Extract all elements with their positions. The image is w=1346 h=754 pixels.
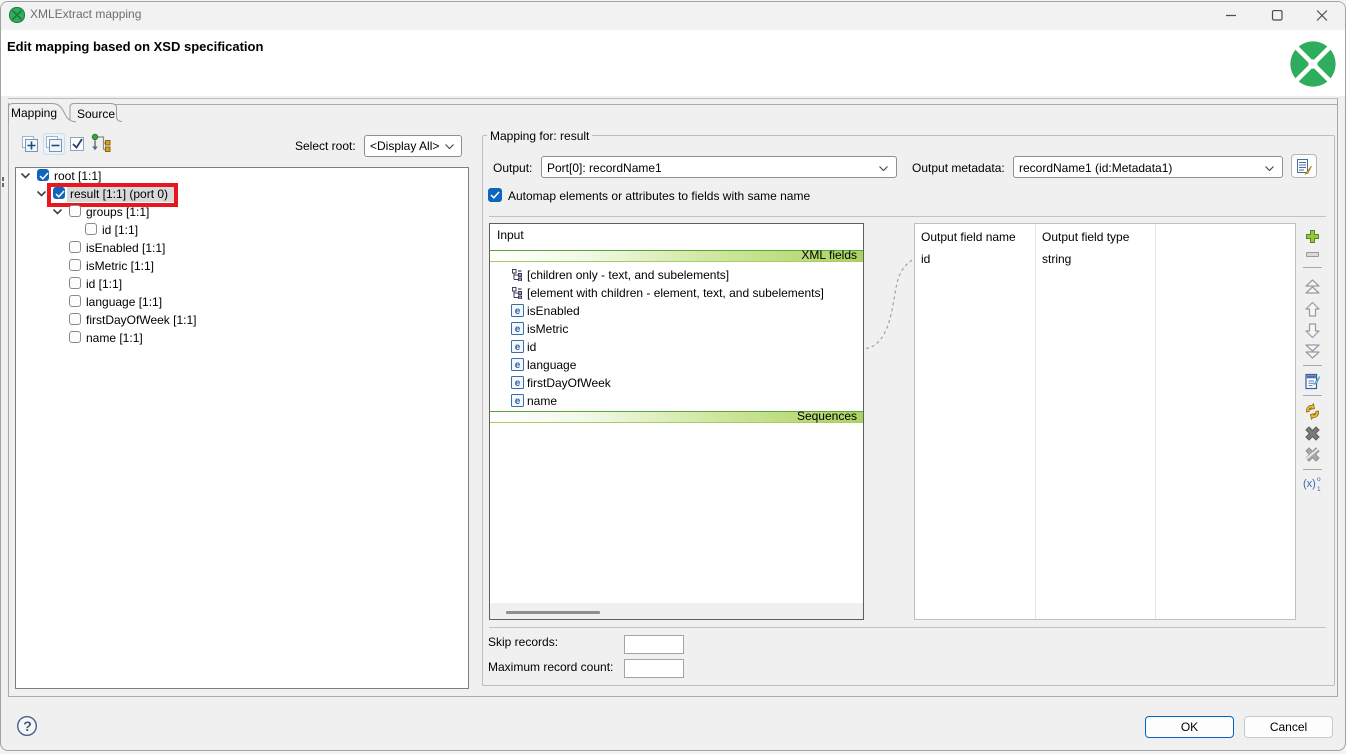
svg-text:e: e [515, 306, 521, 317]
svg-text:o: o [1317, 476, 1321, 483]
svg-text:1: 1 [1317, 486, 1321, 491]
svg-text:?: ? [23, 718, 32, 734]
svg-text:e: e [515, 396, 521, 407]
svg-text:e: e [515, 324, 521, 335]
svg-text:e: e [515, 378, 521, 389]
svg-text:e: e [515, 360, 521, 371]
svg-text:e: e [515, 342, 521, 353]
svg-text:(x): (x) [1303, 478, 1316, 490]
